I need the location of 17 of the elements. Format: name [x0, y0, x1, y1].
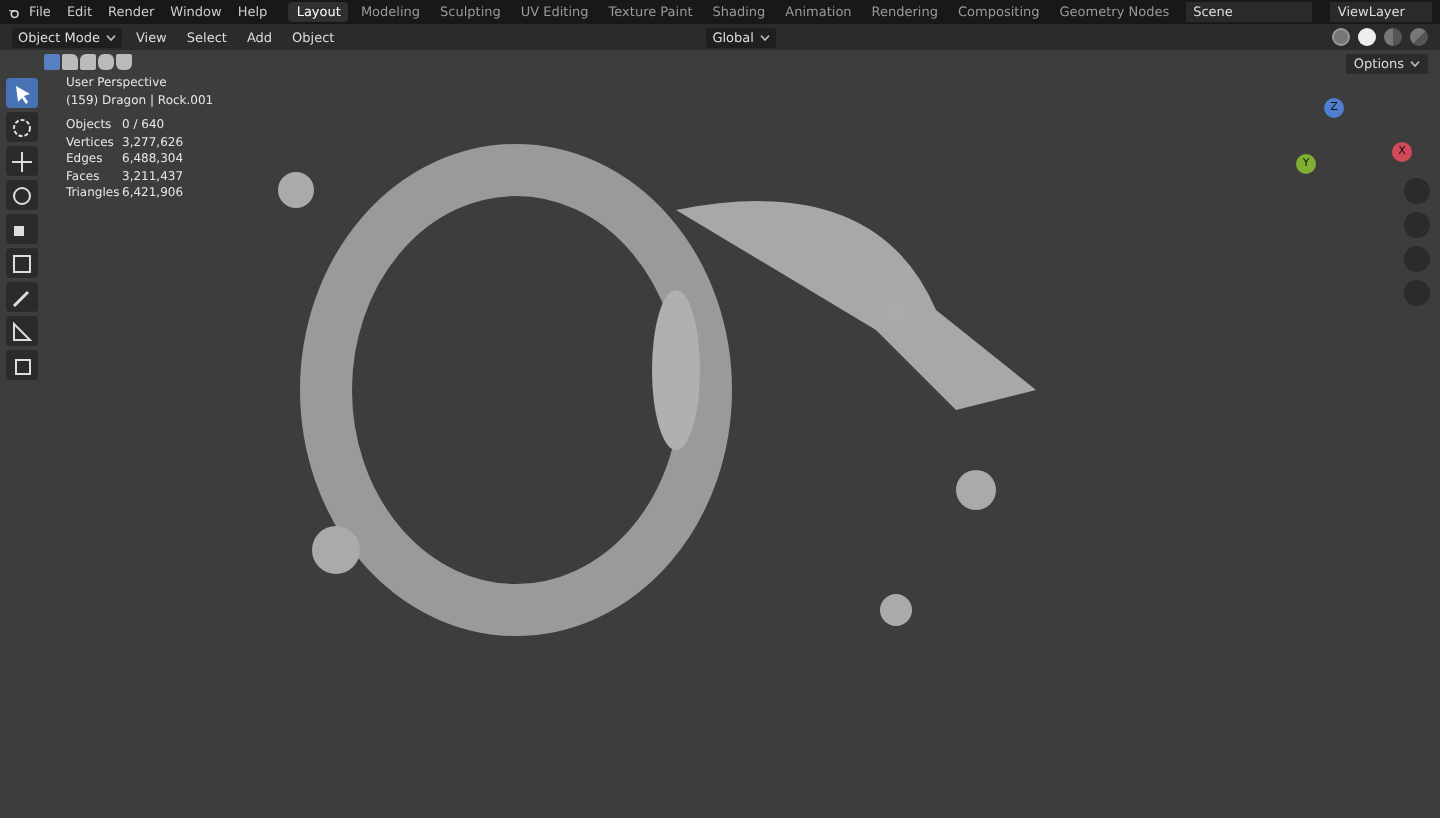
caret-icon: [759, 33, 770, 41]
select-mode-button[interactable]: [116, 54, 132, 70]
select-mode-button[interactable]: [62, 54, 78, 70]
shading-button[interactable]: [1358, 28, 1376, 46]
move-tool-button[interactable]: [6, 146, 38, 176]
measure-tool-button[interactable]: [6, 316, 38, 346]
cursor-tool-button[interactable]: [6, 112, 38, 142]
select-tool-button[interactable]: [6, 78, 38, 108]
caret-icon: [105, 33, 116, 41]
annotate-tool-button[interactable]: [6, 282, 38, 312]
select-mode-button[interactable]: [98, 54, 114, 70]
caret-icon: [1410, 60, 1420, 68]
cursor-icon: [8, 113, 36, 141]
measure-icon: [8, 317, 36, 345]
shading-button[interactable]: [1332, 28, 1350, 46]
move-icon: [8, 147, 36, 175]
select-mode-button[interactable]: [80, 54, 96, 70]
